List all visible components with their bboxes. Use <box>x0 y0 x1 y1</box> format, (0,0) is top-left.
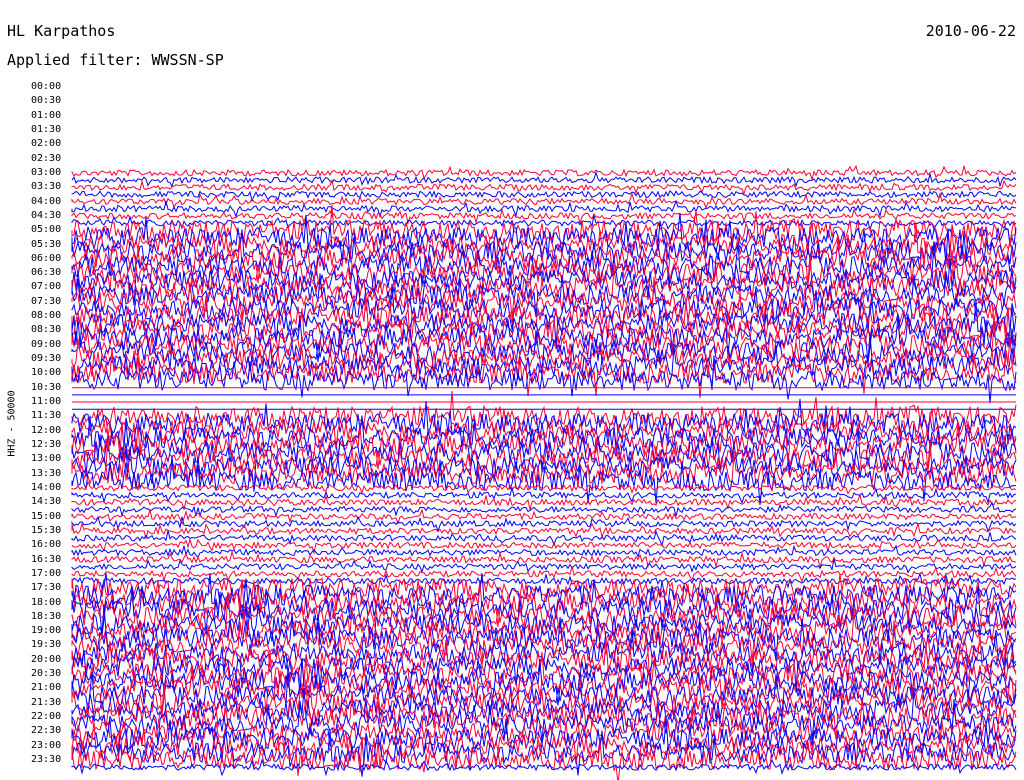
trace-row <box>71 199 1017 219</box>
trace-row <box>71 355 1017 404</box>
trace-row <box>71 507 1017 526</box>
trace-row <box>71 178 1017 196</box>
trace-row <box>71 571 1017 590</box>
trace-row <box>71 521 1017 541</box>
trace-row <box>71 544 1017 559</box>
trace-row <box>71 347 1017 398</box>
trace-row <box>71 573 1017 611</box>
seismogram-plot <box>71 164 1017 780</box>
